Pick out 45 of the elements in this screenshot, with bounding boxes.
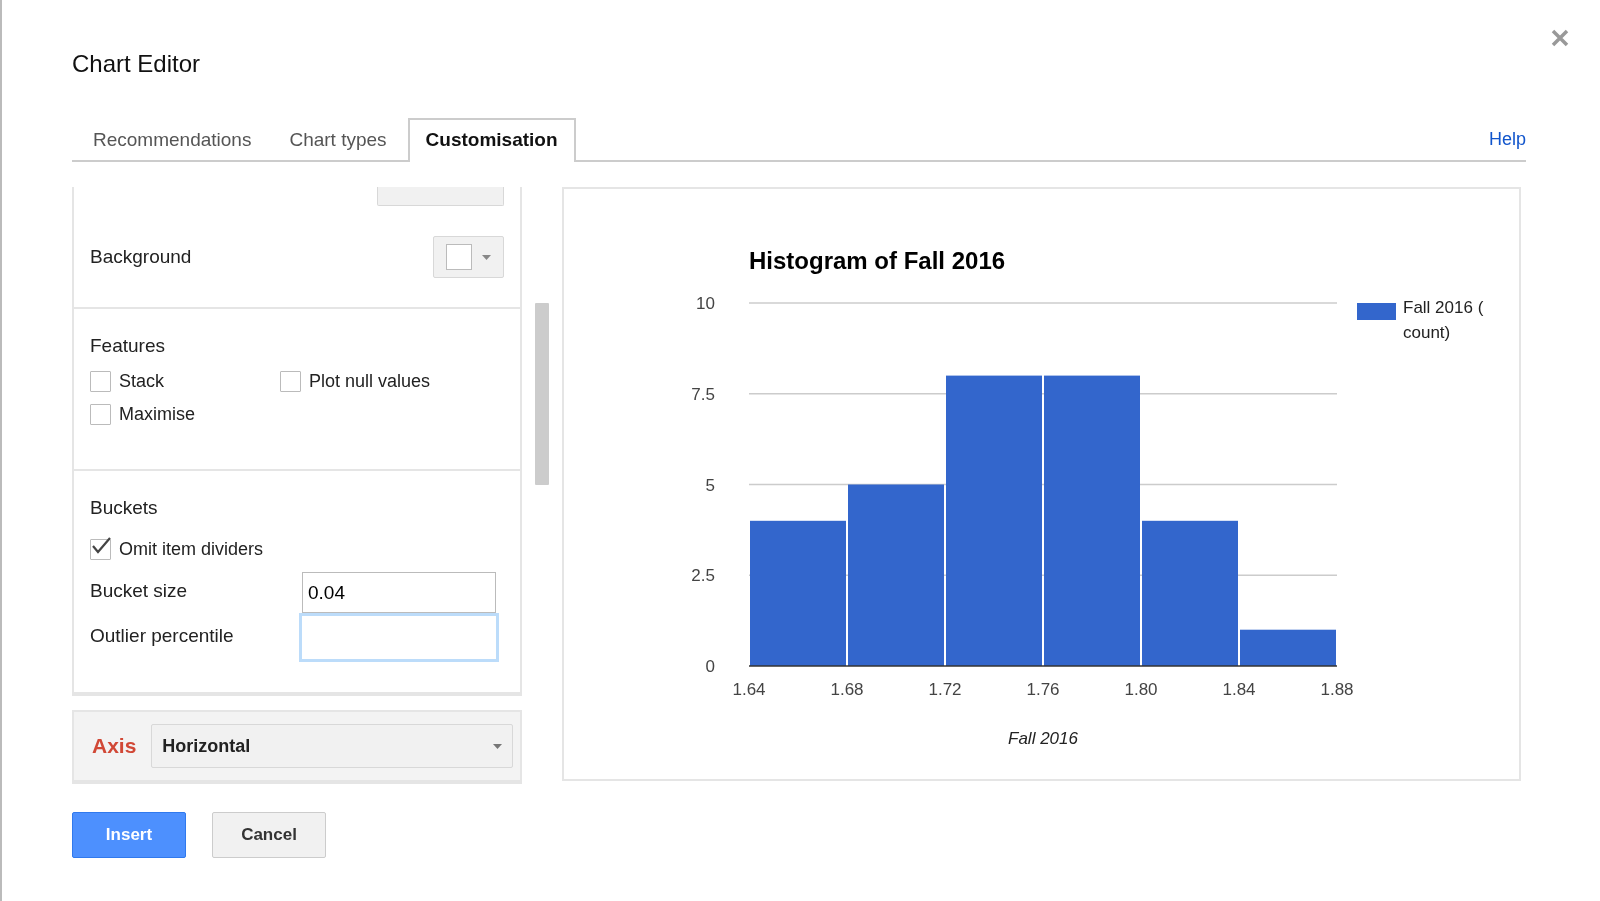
help-link[interactable]: Help — [1488, 129, 1526, 160]
tab[interactable]: Chart types — [272, 119, 404, 160]
dialog-title: Chart Editor — [72, 50, 201, 78]
x-tick-label: 1.64 — [732, 680, 766, 699]
y-tick-label: 7.5 — [691, 384, 715, 404]
tab[interactable]: Customisation — [407, 118, 576, 162]
input-field[interactable] — [299, 613, 499, 662]
x-tick-label: 1.68 — [830, 680, 864, 699]
checkbox-label: Maximise — [119, 404, 195, 425]
x-tick-label: 1.72 — [928, 680, 962, 699]
y-tick-label: 0 — [705, 657, 715, 676]
x-tick-label: 1.80 — [1124, 680, 1158, 699]
legend-label: Fall 2016 ( count) — [1403, 297, 1485, 344]
dialog-button[interactable]: Cancel — [212, 812, 326, 858]
scrollbar-thumb[interactable] — [535, 303, 549, 485]
font-dropdown[interactable] — [377, 187, 504, 206]
legend-swatch — [1357, 303, 1396, 320]
x-axis-title: Fall 2016 — [1008, 729, 1078, 748]
checkbox-label: Plot null values — [309, 371, 431, 392]
tab[interactable]: Recommendations — [76, 119, 269, 160]
caret-icon — [482, 254, 491, 260]
close-icon[interactable] — [1550, 28, 1570, 48]
y-tick-label: 10 — [696, 294, 715, 313]
section-heading: Features — [90, 335, 166, 357]
checkbox[interactable] — [90, 539, 111, 560]
input-field[interactable]: 0.04 — [302, 572, 496, 613]
x-tick-label: 1.76 — [1026, 680, 1060, 699]
axis-label: Axis — [92, 734, 137, 758]
checkbox[interactable] — [90, 404, 111, 425]
x-tick-label: 1.88 — [1320, 680, 1354, 699]
checkbox[interactable] — [90, 371, 111, 392]
section-heading: Buckets — [90, 497, 159, 519]
y-tick-label: 5 — [705, 475, 715, 495]
x-tick-label: 1.84 — [1222, 680, 1256, 699]
field-label: Outlier percentile — [90, 624, 235, 648]
chart-title: Histogram of Fall 2016 — [749, 247, 1006, 274]
checkbox[interactable] — [280, 371, 301, 392]
setting-label: Background — [90, 246, 192, 268]
axis-dropdown[interactable]: Horizontal — [151, 724, 513, 768]
caret-icon — [493, 743, 502, 749]
color-picker-button[interactable] — [433, 236, 504, 278]
checkbox-label: Omit item dividers — [119, 539, 264, 560]
y-tick-label: 2.5 — [691, 566, 715, 586]
checkbox-label: Stack — [119, 371, 165, 392]
field-label: Bucket size — [90, 579, 189, 603]
